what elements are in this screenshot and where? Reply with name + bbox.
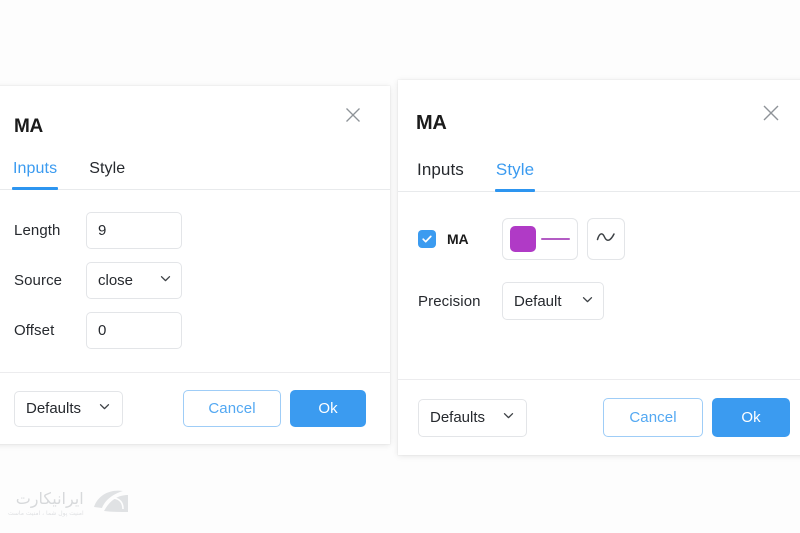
defaults-button-label: Defaults: [430, 409, 486, 426]
ma-series-label: MA: [447, 231, 469, 247]
ma-line-preview: [541, 238, 570, 240]
dialog-tabs-left: Inputs Style: [0, 144, 390, 190]
line-style-button[interactable]: [587, 218, 625, 260]
ma-color-line-button[interactable]: [502, 218, 578, 260]
row-precision: Precision Default: [418, 282, 790, 320]
watermark-text: ایرانیکارت امنیت پول شما ، امنیت ماست: [8, 490, 84, 517]
defaults-button[interactable]: Defaults: [418, 398, 528, 437]
tab-style[interactable]: Style: [494, 160, 536, 192]
length-input[interactable]: 9: [86, 212, 182, 249]
watermark-tagline: امنیت پول شما ، امنیت ماست: [8, 509, 84, 517]
precision-label: Precision: [418, 292, 481, 310]
row-source: Source close: [14, 262, 366, 299]
defaults-button[interactable]: Defaults: [14, 390, 124, 427]
cancel-button[interactable]: Cancel: [183, 390, 281, 427]
source-label: Source: [14, 272, 63, 289]
tab-style[interactable]: Style: [89, 160, 125, 189]
dialog-body-inputs: Length 9 Source close Offset 0: [0, 190, 390, 372]
screen-background: MA Inputs Style Length 9 Source close Of…: [0, 0, 800, 533]
dialog-title: MA: [14, 115, 43, 137]
tab-inputs[interactable]: Inputs: [11, 160, 59, 190]
dialog-footer-right: Defaults Cancel Ok: [398, 379, 800, 455]
ma-series-checkbox[interactable]: [418, 230, 436, 248]
defaults-button-label: Defaults: [26, 400, 82, 417]
chevron-down-icon: [581, 293, 594, 310]
tab-inputs[interactable]: Inputs: [417, 160, 464, 191]
row-offset: Offset 0: [14, 312, 366, 349]
offset-label: Offset: [14, 322, 55, 339]
dialog-body-style: MA Precision Default: [398, 192, 800, 379]
source-select-value: close: [98, 272, 134, 289]
dialog-title: MA: [416, 112, 447, 134]
chevron-down-icon: [98, 400, 111, 417]
ma-settings-dialog-inputs: MA Inputs Style Length 9 Source close Of…: [0, 86, 390, 444]
dialog-header-left: MA: [0, 86, 390, 144]
watermark-logo-icon: [90, 486, 132, 521]
length-label: Length: [14, 222, 61, 239]
dialog-tabs-right: Inputs Style: [398, 142, 800, 192]
row-length: Length 9: [14, 212, 366, 249]
dialog-footer-left: Defaults Cancel Ok: [0, 372, 390, 444]
offset-input[interactable]: 0: [86, 312, 182, 349]
chevron-down-icon: [502, 409, 515, 426]
source-select[interactable]: close: [86, 262, 182, 299]
chevron-down-icon: [159, 272, 172, 289]
watermark-brand: ایرانیکارت: [15, 489, 84, 509]
ok-button[interactable]: Ok: [290, 390, 366, 427]
close-icon[interactable]: [340, 102, 366, 128]
precision-select[interactable]: Default: [502, 282, 604, 320]
row-ma-series: MA: [418, 218, 790, 260]
ok-button[interactable]: Ok: [712, 398, 790, 437]
dialog-header-right: MA: [398, 80, 800, 142]
wave-icon: [595, 229, 617, 250]
ma-color-swatch[interactable]: [510, 226, 536, 252]
close-icon[interactable]: [758, 100, 784, 126]
watermark: ایرانیکارت امنیت پول شما ، امنیت ماست: [8, 486, 132, 521]
cancel-button[interactable]: Cancel: [603, 398, 703, 437]
ma-settings-dialog-style: MA Inputs Style MA Precision Default Def…: [398, 80, 800, 455]
precision-select-value: Default: [514, 292, 562, 310]
